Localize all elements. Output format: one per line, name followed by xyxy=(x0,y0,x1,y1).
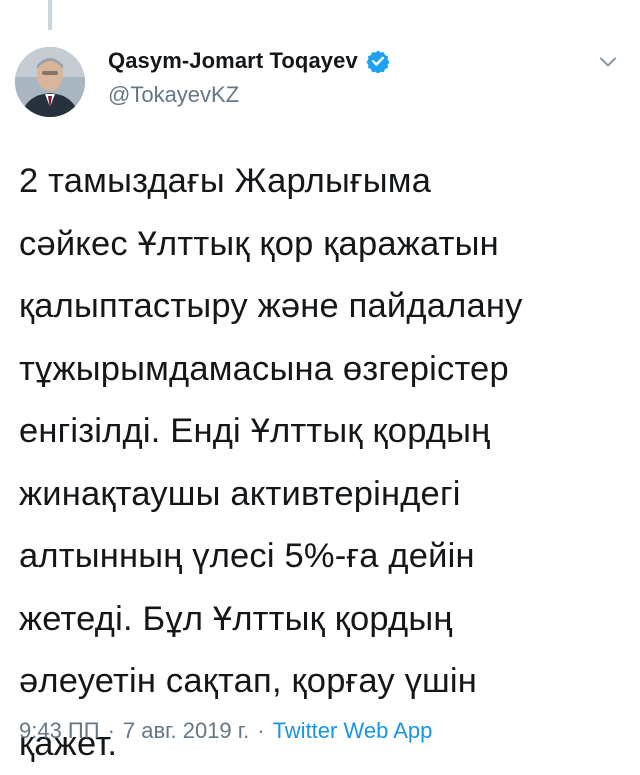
tweet-time[interactable]: 9:43 ПП xyxy=(19,718,100,744)
verified-badge-icon xyxy=(366,49,390,74)
tweet-meta: 9:43 ПП · 7 авг. 2019 г. · Twitter Web A… xyxy=(19,718,432,744)
thread-connector-line xyxy=(48,0,52,30)
meta-separator: · xyxy=(107,718,115,743)
tweet-text: 2 тамыздағы Жарлығыма сәйкес Ұлттық қор … xyxy=(19,162,523,763)
tweet-source-link[interactable]: Twitter Web App xyxy=(273,718,433,744)
chevron-down-icon[interactable] xyxy=(596,50,620,74)
author-handle[interactable]: @TokayevKZ xyxy=(108,82,390,108)
meta-separator: · xyxy=(257,718,265,743)
profile-photo xyxy=(15,47,85,117)
tweet-author[interactable]: Qasym-Jomart Toqayev @TokayevKZ xyxy=(108,46,390,108)
author-display-name[interactable]: Qasym-Jomart Toqayev xyxy=(108,48,358,74)
author-name-row: Qasym-Jomart Toqayev xyxy=(108,46,390,76)
avatar[interactable] xyxy=(15,47,85,117)
tweet-date[interactable]: 7 авг. 2019 г. xyxy=(123,718,249,744)
